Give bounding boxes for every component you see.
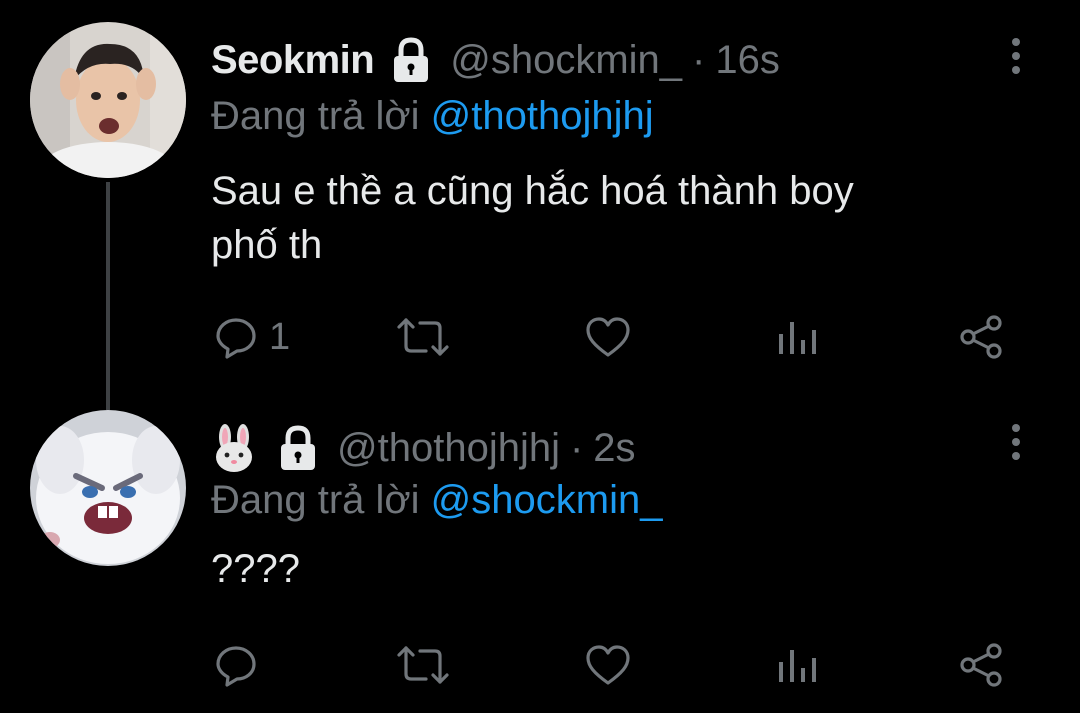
timestamp[interactable]: 2s [593,426,635,471]
separator-dot: · [569,425,584,470]
tweet-text-line: Sau e thề a cũng hắc hoá thành boy [211,169,854,213]
share-button[interactable] [958,640,1004,690]
timestamp[interactable]: 16s [715,38,780,83]
retweet-icon [397,646,449,684]
share-icon [960,643,1002,687]
rabbit-face-emoji-icon [211,423,257,473]
avatar[interactable] [30,410,186,566]
retweet-button[interactable] [396,640,450,690]
share-icon [960,315,1002,359]
more-options-icon[interactable] [1004,422,1028,462]
like-button[interactable] [584,312,632,362]
reply-button[interactable] [213,640,259,690]
tweet-text-line: ???? [211,547,300,591]
tweet-header: Seokmin @shockmin_ · 16s [211,30,780,90]
person-avatar-icon [30,22,186,178]
display-name[interactable]: Seokmin [211,38,375,83]
replying-to: Đang trả lời @shockmin_ [211,478,662,523]
tweet-text-line: phố th [211,223,323,267]
like-button[interactable] [584,640,632,690]
like-icon [586,645,630,685]
separator-dot: · [692,37,706,82]
like-icon [586,317,630,357]
mention-link[interactable]: @shockmin_ [431,478,663,522]
lock-icon [273,423,323,473]
tweet-actions: 1 [0,312,1080,362]
retweet-button[interactable] [396,312,450,362]
views-icon [779,322,816,354]
more-options-icon[interactable] [1004,36,1028,76]
tweet-header: @thothojhjhj · 2s [211,418,636,478]
user-handle[interactable]: @thothojhjhj [337,426,560,471]
replying-to: Đang trả lời @thothojhjhj [211,94,654,139]
reply-button[interactable]: 1 [213,312,290,362]
tweet[interactable]: Seokmin @shockmin_ · 16s Đang trả lời @t… [0,0,1080,390]
replying-to-label: Đang trả lời [211,478,420,522]
reply-count: 1 [269,315,291,358]
mention-link[interactable]: @thothojhjhj [431,94,654,138]
angry-rabbit-avatar-icon [30,410,186,566]
avatar[interactable] [30,22,186,178]
reply-icon [216,646,256,687]
tweet-text: ???? [211,542,1031,596]
lock-icon [386,35,436,85]
user-handle[interactable]: @shockmin_ [450,38,682,83]
tweet-text: Sau e thề a cũng hắc hoá thành boy phố t… [211,164,1031,272]
retweet-icon [397,318,449,356]
tweet[interactable]: @thothojhjhj · 2s Đang trả lời @shockmin… [0,390,1080,713]
views-button[interactable] [776,312,818,362]
reply-icon [216,318,256,359]
share-button[interactable] [958,312,1004,362]
replying-to-label: Đang trả lời [211,94,420,138]
views-icon [779,650,816,682]
views-button[interactable] [776,640,818,690]
tweet-actions [0,640,1080,690]
